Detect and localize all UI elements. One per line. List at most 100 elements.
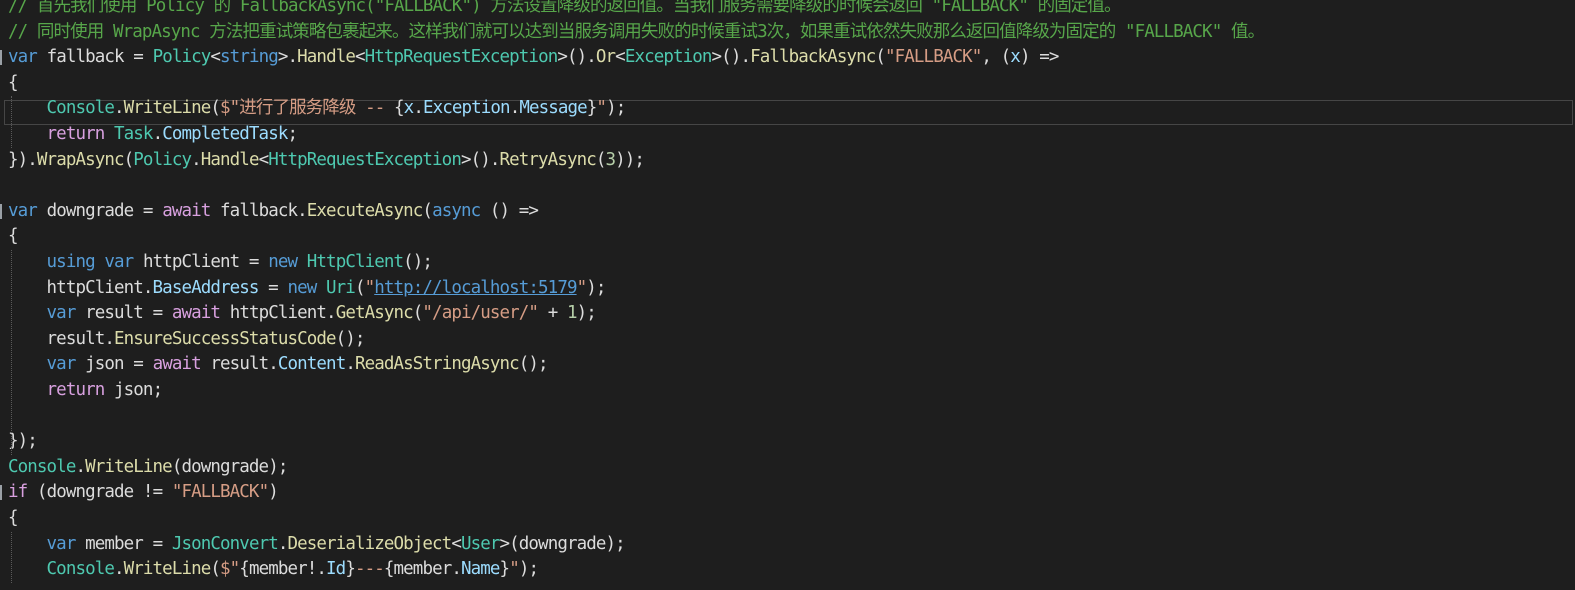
code-token: "FALLBACK"	[885, 47, 982, 68]
code-line[interactable]: // 同时使用 WrapAsync 方法把重试策略包裹起来。这样我们就可以达到当…	[0, 20, 1575, 46]
code-token: Name	[461, 559, 500, 580]
code-token: var	[104, 252, 134, 272]
code-line[interactable]: {	[0, 224, 1575, 250]
code-token: Console	[46, 98, 115, 119]
code-line[interactable]: result.EnsureSuccessStatusCode();	[0, 327, 1575, 353]
code-token: Id	[326, 559, 346, 580]
code-token: =	[133, 200, 163, 221]
code-line[interactable]: var member = JsonConvert.DeserializeObje…	[0, 532, 1575, 558]
code-line[interactable]: Console.WriteLine(downgrade);	[0, 455, 1575, 481]
code-line-text: using var httpClient = new HttpClient();	[8, 250, 433, 276]
code-token: .	[451, 559, 462, 580]
code-line[interactable]: {	[0, 71, 1575, 97]
code-token: Policy	[133, 149, 192, 170]
code-token: {	[394, 98, 405, 119]
code-token: .	[114, 559, 125, 580]
indent-guide	[11, 96, 12, 148]
code-token: (	[595, 149, 607, 170]
url-link[interactable]: http://localhost:5179	[374, 278, 577, 298]
code-editor[interactable]: // 首先我们使用 Policy 的 FallbackAsync("FALLBA…	[0, 0, 1575, 590]
code-token: ReadAsStringAsync	[354, 354, 520, 375]
code-line[interactable]: {	[0, 506, 1575, 532]
code-line-text: {	[8, 71, 19, 97]
code-line-text: return Task.CompletedTask;	[8, 122, 298, 148]
code-token: WriteLine	[123, 98, 212, 119]
code-token: =	[123, 354, 153, 375]
code-token: httpClient	[229, 303, 327, 324]
code-line[interactable]: return Task.CompletedTask;	[0, 122, 1575, 148]
code-token: =	[123, 47, 153, 68]
code-line[interactable]: var fallback = Policy<string>.Handle<Htt…	[0, 45, 1575, 71]
code-token: >.	[277, 47, 298, 68]
code-token: }).	[8, 149, 38, 170]
code-token: WriteLine	[123, 559, 212, 580]
code-line[interactable]: });	[0, 429, 1575, 455]
code-token: HttpClient	[306, 252, 404, 272]
code-line[interactable]	[0, 173, 1575, 199]
code-token: , (	[981, 47, 1011, 68]
code-line[interactable]: // 首先我们使用 Policy 的 FallbackAsync("FALLBA…	[0, 0, 1575, 20]
code-line[interactable]: if (downgrade != "FALLBACK")	[0, 480, 1575, 506]
fold-toggle-icon[interactable]	[0, 485, 2, 501]
code-token: EnsureSuccessStatusCode	[114, 328, 337, 349]
code-token: $"	[220, 559, 240, 580]
code-line[interactable]: }).WrapAsync(Policy.Handle<HttpRequestEx…	[0, 148, 1575, 174]
indent-guide	[11, 250, 12, 455]
code-token: downgrade	[46, 200, 135, 221]
code-line-text: return json;	[8, 378, 164, 404]
code-token: return	[46, 124, 106, 144]
code-token: <	[354, 47, 366, 68]
code-line[interactable]: var result = await httpClient.GetAsync("…	[0, 301, 1575, 327]
code-token: >().	[460, 149, 500, 170]
code-token: result	[46, 328, 106, 349]
code-line-text: var member = JsonConvert.DeserializeObje…	[8, 532, 626, 558]
code-token: .	[277, 533, 289, 554]
code-token: );	[518, 559, 539, 580]
fold-toggle-icon[interactable]	[0, 203, 2, 219]
code-token: ;	[152, 380, 164, 400]
code-token: !=	[133, 482, 172, 503]
code-token: await	[171, 303, 221, 324]
code-token: "/api/user/"	[422, 303, 539, 324]
code-token: Message	[519, 98, 587, 119]
code-token: .	[104, 328, 115, 349]
indent-guide	[11, 531, 12, 583]
code-token: 1	[566, 303, 578, 324]
code-token: }	[345, 559, 356, 580]
code-token: x	[1010, 47, 1021, 68]
code-token: fallback	[220, 200, 298, 221]
code-line[interactable]: using var httpClient = new HttpClient();	[0, 250, 1575, 276]
fold-toggle-icon[interactable]	[0, 50, 2, 66]
code-token: "	[364, 277, 376, 298]
code-token: >().	[557, 47, 596, 68]
code-line[interactable]: var downgrade = await fallback.ExecuteAs…	[0, 199, 1575, 225]
code-token: {	[239, 559, 250, 580]
code-token: .	[345, 354, 356, 375]
code-line[interactable]: httpClient.BaseAddress = new Uri("http:/…	[0, 276, 1575, 302]
code-token: member	[393, 559, 453, 580]
code-line[interactable]: return json;	[0, 378, 1575, 404]
code-line[interactable]: Console.WriteLine($"{member!.Id}---{memb…	[0, 557, 1575, 583]
code-token: member	[248, 559, 308, 580]
code-token: .	[152, 124, 164, 144]
code-token: json	[85, 354, 124, 375]
code-line[interactable]: var json = await result.Content.ReadAsSt…	[0, 352, 1575, 378]
code-token: Content	[277, 354, 346, 375]
code-token: Console	[8, 456, 76, 477]
code-line-text: {	[8, 224, 19, 250]
code-token: (	[412, 303, 424, 324]
code-token: {	[8, 226, 19, 247]
code-token: downgrade	[518, 533, 607, 554]
code-token: async	[432, 200, 481, 221]
code-token: var	[46, 354, 77, 375]
code-token: WriteLine	[85, 456, 173, 477]
code-token: 3	[605, 149, 617, 170]
code-line[interactable]: Console.WriteLine($"进行了服务降级 -- {x.Except…	[0, 96, 1575, 122]
code-line[interactable]	[0, 404, 1575, 430]
